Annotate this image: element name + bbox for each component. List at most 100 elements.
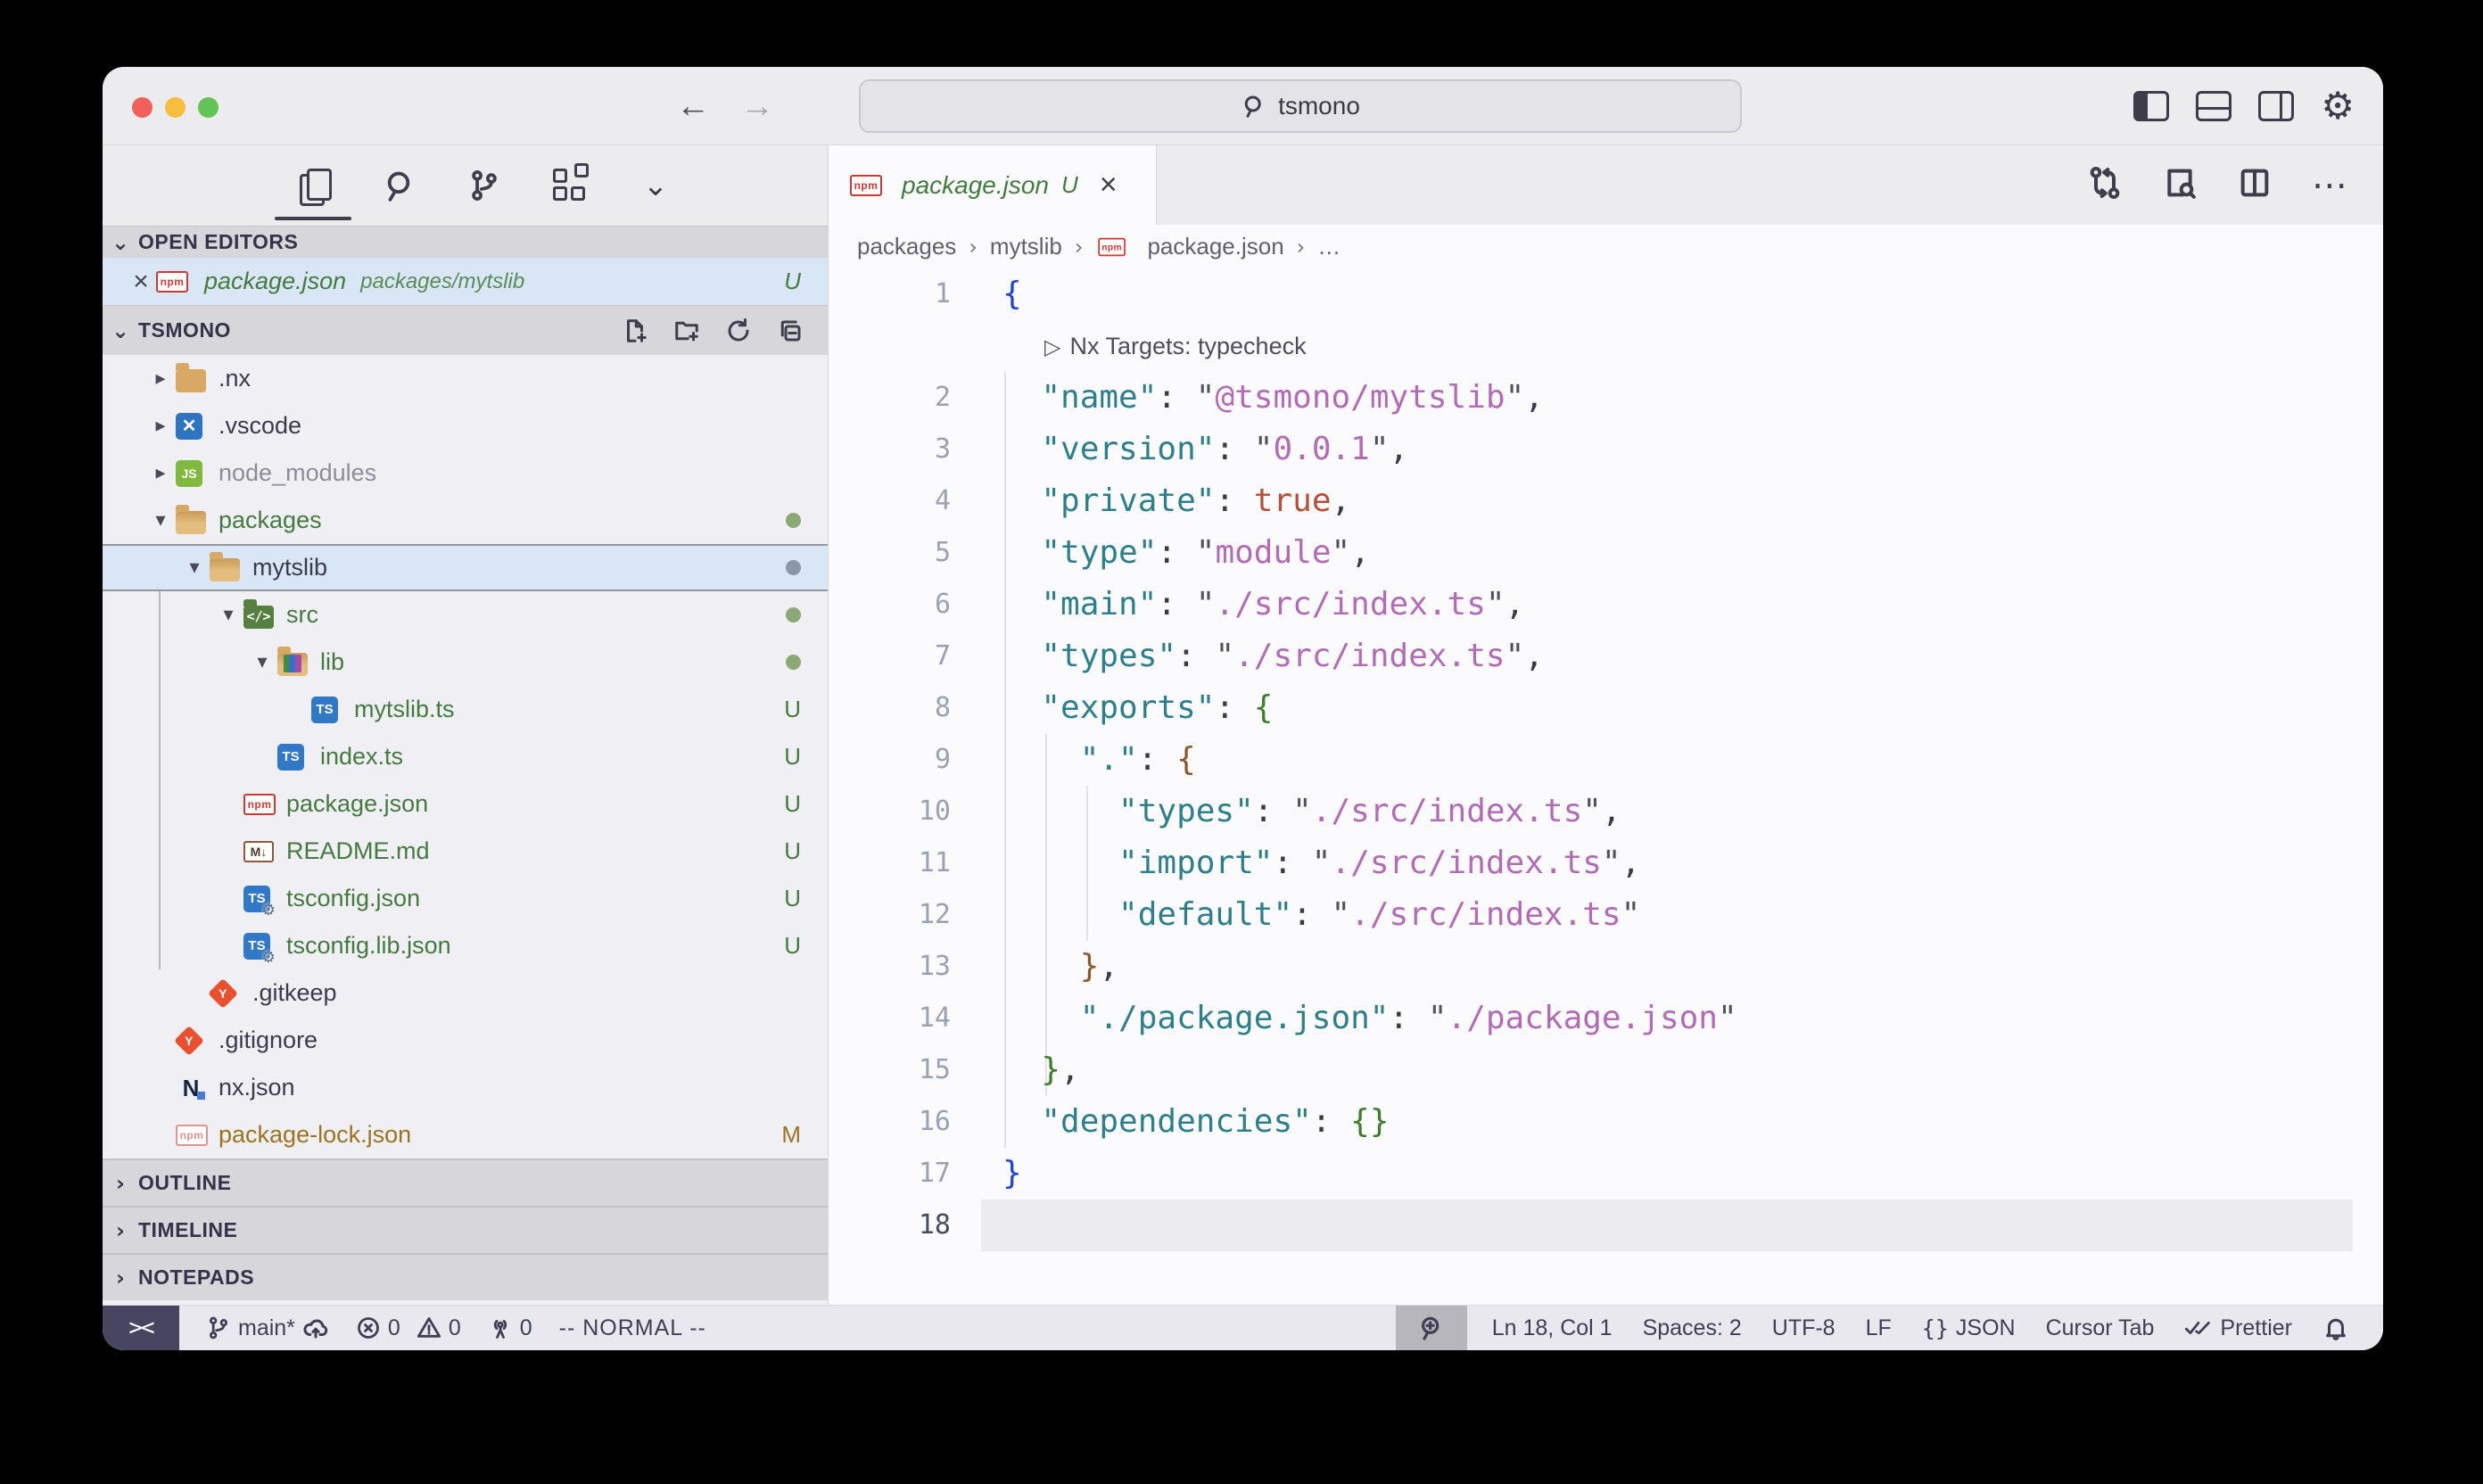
open-editors-header[interactable]: ⌄ OPEN EDITORS (103, 226, 828, 258)
refresh-icon[interactable] (724, 317, 753, 345)
minimize-window-button[interactable] (165, 97, 186, 118)
tree-item-label: lib (320, 648, 344, 676)
new-file-icon[interactable] (621, 317, 649, 345)
codelens-gutter-gap (829, 320, 981, 372)
new-folder-icon[interactable] (672, 317, 701, 345)
tab-package-json[interactable]: npm package.json U × (829, 145, 1157, 225)
chevron-right-icon[interactable]: ▸ (145, 415, 176, 437)
tree-item-node-modules[interactable]: ▸JSnode_modules (103, 449, 828, 497)
more-actions-icon[interactable]: ⋯ (2312, 165, 2347, 206)
tree-item-mytslib-ts[interactable]: TSmytslib.tsU (103, 686, 828, 733)
chevron-down-icon[interactable]: ▾ (213, 604, 243, 626)
back-arrow-icon[interactable]: ← (673, 87, 713, 126)
tree-item-packages[interactable]: ▾packages (103, 497, 828, 544)
toggle-secondary-sidebar-icon[interactable] (2258, 91, 2294, 121)
explorer-icon[interactable] (293, 166, 333, 205)
tree-item-readme-md[interactable]: M↓README.mdU (103, 828, 828, 875)
bottom-panes: ›OUTLINE›TIMELINE›NOTEPADS (103, 1158, 828, 1300)
pane-header-notepads[interactable]: ›NOTEPADS (103, 1253, 828, 1300)
tree-item-tsconfig-json[interactable]: TStsconfig.jsonU (103, 875, 828, 922)
formatter-item[interactable]: Prettier (2184, 1315, 2292, 1341)
pane-header-timeline[interactable]: ›TIMELINE (103, 1206, 828, 1253)
toggle-sidebar-icon[interactable] (2133, 91, 2169, 121)
breadcrumb-item[interactable]: package.json (1147, 233, 1283, 260)
formatter-label: Prettier (2220, 1315, 2292, 1341)
more-views-chevron-icon[interactable]: ⌄ (636, 166, 675, 205)
vim-mode-indicator[interactable]: -- NORMAL -- (559, 1315, 706, 1341)
tree-item--gitkeep[interactable]: Y.gitkeep (103, 969, 828, 1017)
pane-header-outline[interactable]: ›OUTLINE (103, 1158, 828, 1206)
breadcrumb-item[interactable]: … (1317, 233, 1340, 260)
ports-item[interactable]: 0 (488, 1315, 532, 1341)
cursor-position-item[interactable]: Ln 18, Col 1 (1492, 1315, 1613, 1341)
braces-icon: {} (1922, 1315, 1949, 1341)
chevron-right-icon[interactable]: ▸ (145, 367, 176, 390)
breadcrumb-separator: › (969, 235, 978, 260)
zoom-status-item[interactable] (1396, 1306, 1467, 1350)
code-line-8: "exports": { (1002, 682, 1737, 734)
tree-item-label: .vscode (219, 412, 301, 440)
split-editor-icon[interactable] (2237, 165, 2273, 205)
codelens-nx-targets[interactable]: ▷Nx Targets: typecheck (1002, 320, 1737, 372)
encoding-item[interactable]: UTF-8 (1772, 1315, 1835, 1341)
settings-gear-icon[interactable]: ⚙ (2321, 88, 2355, 124)
indentation-item[interactable]: Spaces: 2 (1643, 1315, 1742, 1341)
line-number: 17 (829, 1148, 981, 1200)
tree-item--gitignore[interactable]: Y.gitignore (103, 1017, 828, 1064)
cursor-tab-item[interactable]: Cursor Tab (2046, 1315, 2155, 1341)
open-editor-item[interactable]: × npm package.json packages/mytslib U (103, 258, 828, 305)
tree-item-lib[interactable]: ▾ lib (103, 639, 828, 686)
forward-arrow-icon[interactable]: → (738, 87, 777, 126)
chevron-right-icon[interactable]: ▸ (145, 462, 176, 484)
eol-item[interactable]: LF (1866, 1315, 1892, 1341)
maximize-window-button[interactable] (198, 97, 219, 118)
tree-item-tsconfig-lib-json[interactable]: TStsconfig.lib.jsonU (103, 922, 828, 969)
search-view-icon[interactable] (379, 166, 418, 205)
tree-item-label: README.md (286, 837, 430, 865)
npm-file-icon: npm (850, 175, 889, 196)
tree-item--nx[interactable]: ▸.nx (103, 355, 828, 402)
code-line-11: "import": "./src/index.ts", (1002, 837, 1737, 889)
folder-open-icon (210, 555, 249, 581)
notifications-bell-icon[interactable] (2322, 1315, 2349, 1341)
tree-item-package-lock-json[interactable]: npmpackage-lock.jsonM (103, 1111, 828, 1158)
breadcrumb-item[interactable]: mytslib (990, 233, 1062, 260)
close-icon[interactable]: × (126, 267, 156, 297)
git-decoration-dot (786, 513, 801, 528)
chevron-down-icon[interactable]: ▾ (247, 651, 277, 673)
chevron-down-icon: ⌄ (103, 230, 138, 255)
source-control-icon[interactable] (465, 166, 504, 205)
tree-item-src[interactable]: ▾</>src (103, 591, 828, 639)
ts-icon: TS (277, 744, 317, 771)
chevron-down-icon[interactable]: ▾ (179, 556, 210, 579)
tree-item-label: mytslib (252, 554, 327, 581)
line-number: 16 (829, 1096, 981, 1148)
tree-item-index-ts[interactable]: TSindex.tsU (103, 733, 828, 780)
explorer-section-header[interactable]: ⌄ TSMONO (103, 305, 828, 355)
ts-gear-icon: TS (243, 886, 283, 912)
git-branch-item[interactable]: main* (206, 1315, 329, 1341)
tree-item-nx-json[interactable]: Nnx.json (103, 1064, 828, 1111)
close-tab-icon[interactable]: × (1100, 168, 1118, 202)
close-window-button[interactable] (132, 97, 153, 118)
breadcrumb-item[interactable]: packages (857, 233, 956, 260)
git-icon: Y (210, 983, 249, 1004)
search-value: tsmono (1278, 92, 1360, 120)
problems-item[interactable]: 0 0 (356, 1315, 461, 1341)
chevron-down-icon[interactable]: ▾ (145, 509, 176, 532)
tree-item-package-json[interactable]: npmpackage.jsonU (103, 780, 828, 828)
tree-item--vscode[interactable]: ▸✕.vscode (103, 402, 828, 449)
extensions-icon[interactable] (550, 166, 590, 205)
tree-item-mytslib[interactable]: ▾ mytslib (103, 544, 828, 591)
compare-changes-icon[interactable] (2087, 165, 2123, 205)
open-preview-icon[interactable] (2162, 165, 2198, 205)
toggle-panel-icon[interactable] (2196, 91, 2231, 121)
command-center-search[interactable]: tsmono (859, 79, 1742, 133)
collapse-all-icon[interactable] (776, 317, 804, 345)
language-mode-item[interactable]: {} JSON (1922, 1315, 2016, 1341)
vscode-icon: ✕ (176, 413, 215, 440)
remote-indicator[interactable]: >< (103, 1306, 179, 1350)
open-editor-path: packages/mytslib (360, 269, 524, 294)
code-area[interactable]: 123456789101112131415161718 {▷Nx Targets… (829, 268, 2383, 1305)
tab-git-badge: U (1061, 171, 1078, 199)
